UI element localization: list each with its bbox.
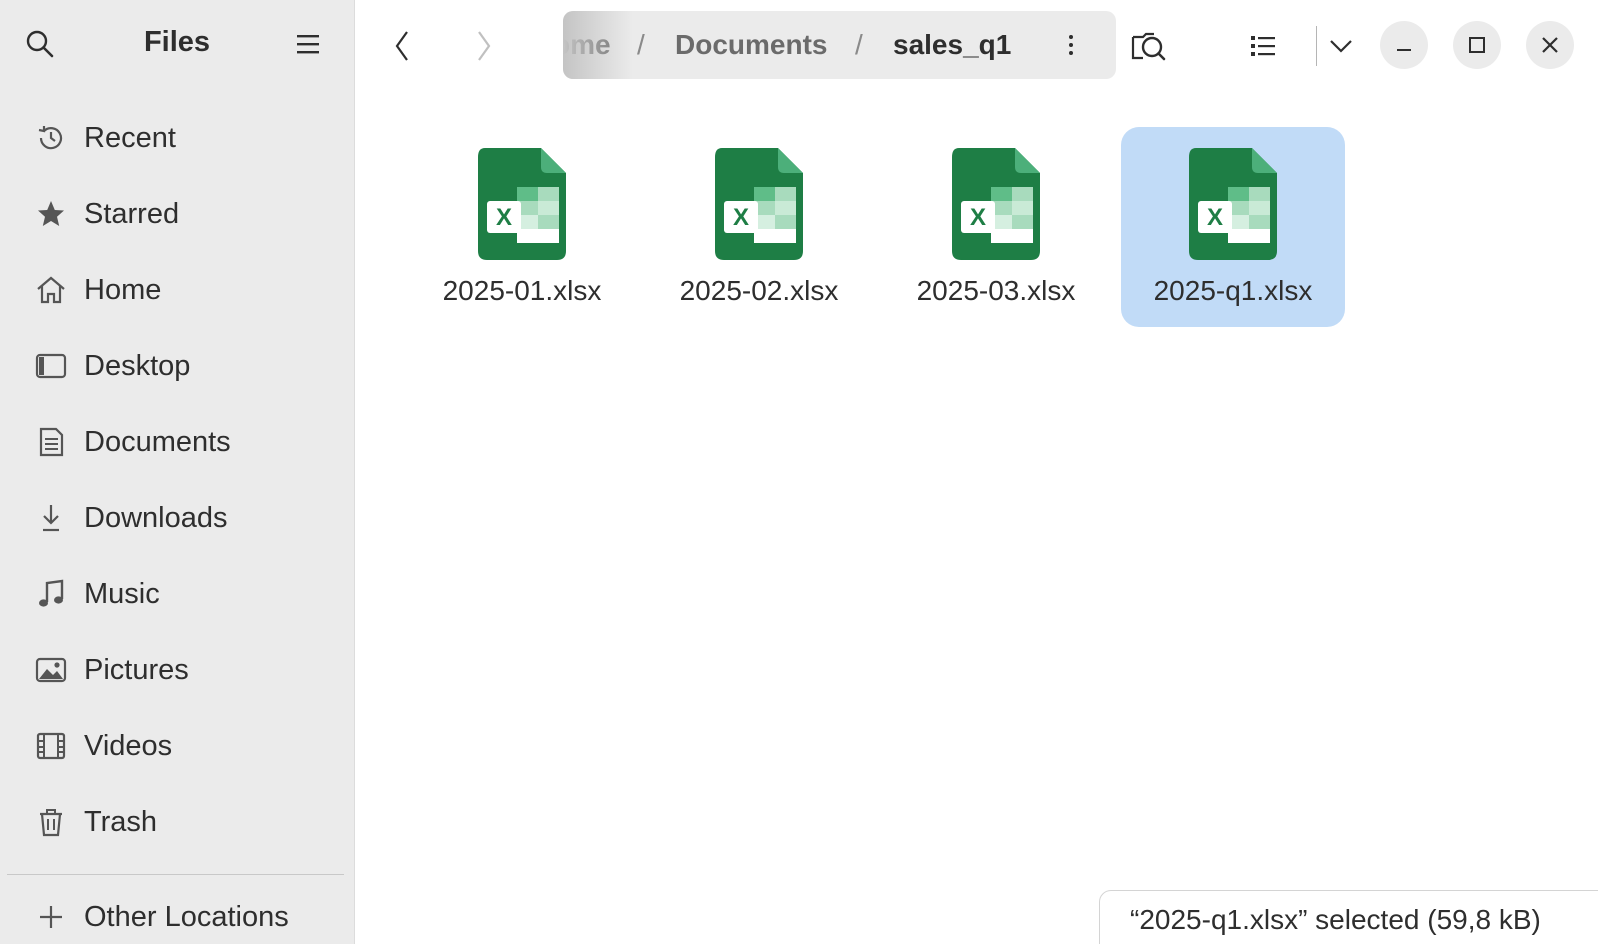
- picture-icon: [34, 653, 68, 687]
- file-item[interactable]: X 2025-03.xlsx: [884, 127, 1108, 327]
- home-icon: [34, 273, 68, 307]
- svg-text:X: X: [970, 204, 986, 231]
- file-item[interactable]: X 2025-02.xlsx: [647, 127, 871, 327]
- list-view-icon: [1251, 36, 1275, 56]
- header-bar: ome / Documents / sales_q1: [355, 0, 1598, 92]
- download-icon: [34, 501, 68, 535]
- svg-text:X: X: [733, 204, 749, 231]
- spreadsheet-file-icon: X: [952, 148, 1040, 260]
- main-content: ome / Documents / sales_q1: [355, 0, 1598, 944]
- vertical-dots-icon-dot: [1069, 51, 1073, 55]
- chevron-left-icon: [395, 31, 408, 61]
- sidebar-item-label: Videos: [84, 729, 173, 762]
- minimize-button[interactable]: [1380, 21, 1428, 69]
- sidebar-item-pictures[interactable]: Pictures: [0, 632, 354, 708]
- close-icon: [1542, 37, 1558, 53]
- breadcrumb-current-folder[interactable]: sales_q1: [893, 29, 1011, 61]
- search-files-button[interactable]: [1127, 24, 1171, 68]
- chevron-right-icon: [478, 31, 491, 61]
- sidebar-item-starred[interactable]: Starred: [0, 176, 354, 252]
- sidebar-item-label: Trash: [84, 805, 158, 838]
- view-mode-button[interactable]: [1241, 24, 1285, 68]
- sidebar-header: Files: [0, 0, 354, 88]
- sidebar-item-label: Starred: [84, 197, 180, 230]
- main-menu-button[interactable]: [290, 26, 326, 62]
- search-folder-icon: [1131, 32, 1166, 61]
- maximize-button[interactable]: [1453, 21, 1501, 69]
- sidebar-item-label: Other Locations: [84, 900, 289, 933]
- file-item[interactable]: X 2025-01.xlsx: [410, 127, 634, 327]
- breadcrumb-documents[interactable]: Documents: [675, 29, 827, 61]
- sidebar-item-desktop[interactable]: Desktop: [0, 328, 354, 404]
- places-list: Recent Starred Home Desktop Documents Do…: [0, 100, 354, 860]
- sidebar-item-other-locations[interactable]: Other Locations: [34, 900, 289, 934]
- clock-history-icon: [34, 121, 68, 155]
- trash-icon: [34, 805, 68, 839]
- file-name: 2025-03.xlsx: [916, 275, 1076, 306]
- sidebar-item-music[interactable]: Music: [0, 556, 354, 632]
- music-note-icon: [34, 577, 68, 611]
- sidebar-separator: [7, 874, 344, 875]
- sidebar-item-label: Recent: [84, 121, 176, 154]
- sidebar-item-label: Music: [84, 577, 160, 610]
- path-menu-button[interactable]: [1061, 29, 1081, 61]
- chevron-down-icon: [1330, 40, 1352, 53]
- maximize-icon: [1469, 37, 1485, 53]
- desktop-icon: [34, 349, 68, 383]
- sidebar-item-home[interactable]: Home: [0, 252, 354, 328]
- breadcrumb-separator: /: [855, 29, 863, 60]
- file-name: 2025-01.xlsx: [442, 275, 602, 306]
- sidebar-item-label: Desktop: [84, 349, 191, 382]
- vertical-dots-icon: [1069, 35, 1073, 39]
- star-icon: [34, 197, 68, 231]
- spreadsheet-file-icon: X: [1189, 148, 1277, 260]
- vertical-dots-icon-dot: [1069, 43, 1073, 47]
- svg-text:X: X: [496, 204, 512, 231]
- view-options-dropdown[interactable]: [1319, 24, 1363, 68]
- toolbar-separator: [1316, 26, 1317, 66]
- sidebar-item-trash[interactable]: Trash: [0, 784, 354, 860]
- breadcrumb-separator: /: [637, 29, 645, 60]
- svg-text:X: X: [1207, 204, 1223, 231]
- sidebar-item-label: Downloads: [84, 501, 228, 534]
- file-name: 2025-02.xlsx: [679, 275, 839, 306]
- sidebar: Files Recent Starred Home Desktop Docume…: [0, 0, 355, 944]
- plus-icon: [34, 900, 68, 934]
- minimize-icon: [1397, 49, 1411, 51]
- sidebar-item-label: Documents: [84, 425, 231, 458]
- hamburger-menu-icon: [297, 35, 319, 54]
- document-icon: [34, 425, 68, 459]
- path-bar: ome / Documents / sales_q1: [563, 11, 1116, 79]
- sidebar-item-recent[interactable]: Recent: [0, 100, 354, 176]
- sidebar-item-documents[interactable]: Documents: [0, 404, 354, 480]
- forward-button[interactable]: [463, 26, 503, 66]
- path-bar-fade: [563, 11, 633, 79]
- sidebar-item-label: Pictures: [84, 653, 189, 686]
- selection-status-bar: “2025-q1.xlsx” selected (59,8 kB): [1099, 890, 1598, 944]
- sidebar-item-downloads[interactable]: Downloads: [0, 480, 354, 556]
- close-button[interactable]: [1526, 21, 1574, 69]
- back-button[interactable]: [383, 26, 423, 66]
- sidebar-item-videos[interactable]: Videos: [0, 708, 354, 784]
- files-window: Files Recent Starred Home Desktop Docume…: [0, 0, 1598, 944]
- film-icon: [34, 729, 68, 763]
- spreadsheet-file-icon: X: [478, 148, 566, 260]
- file-name: 2025-q1.xlsx: [1153, 275, 1313, 306]
- file-item-selected[interactable]: X 2025-q1.xlsx: [1121, 127, 1345, 327]
- spreadsheet-file-icon: X: [715, 148, 803, 260]
- sidebar-item-label: Home: [84, 273, 162, 306]
